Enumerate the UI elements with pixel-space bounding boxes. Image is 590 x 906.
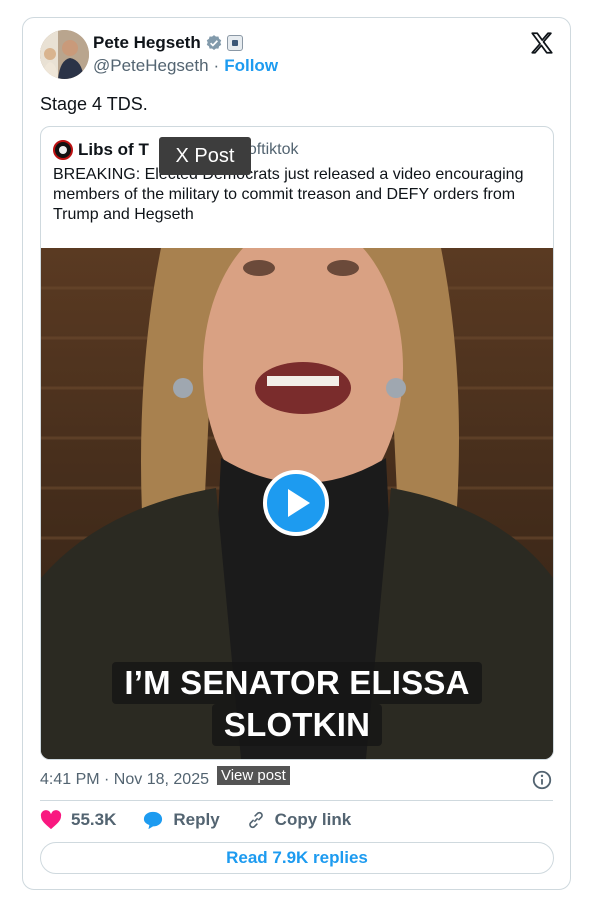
x-logo-icon[interactable] [529, 30, 555, 56]
reply-button[interactable]: Reply [142, 810, 220, 830]
video-caption-line-1: I’M SENATOR ELISSA [112, 662, 482, 704]
embedded-post-card: Pete Hegseth @PeteHegseth · Follow Stage… [22, 17, 571, 890]
copy-link-button[interactable]: Copy link [246, 810, 352, 830]
reply-bubble-icon [144, 811, 163, 830]
author-avatar[interactable] [40, 30, 89, 79]
video-caption: I’M SENATOR ELISSA SLOTKIN [41, 662, 553, 746]
heart-icon [40, 810, 62, 830]
follow-button[interactable]: Follow [224, 56, 278, 76]
quoted-post[interactable]: Libs of T libsoftiktok X Post BREAKING: … [40, 126, 554, 760]
x-post-tooltip: X Post [159, 137, 251, 175]
read-replies-button[interactable]: Read 7.9K replies [40, 842, 554, 874]
divider [40, 800, 553, 801]
author-display-name[interactable]: Pete Hegseth [93, 33, 201, 53]
post-meta: 4:41 PM · Nov 18, 2025 View post [40, 766, 290, 789]
post-timestamp[interactable]: 4:41 PM · Nov 18, 2025 [40, 771, 209, 789]
link-icon [248, 811, 263, 829]
author-handle[interactable]: @PeteHegseth [93, 56, 209, 76]
action-bar: 55.3K Reply Copy link [40, 810, 377, 830]
reply-label: Reply [173, 810, 220, 829]
video-caption-line-2: SLOTKIN [211, 704, 383, 746]
info-icon[interactable] [531, 769, 553, 791]
copy-link-label: Copy link [274, 810, 352, 829]
like-count: 55.3K [71, 810, 117, 829]
view-post-badge[interactable]: View post [216, 766, 290, 785]
play-button[interactable] [263, 470, 329, 536]
author-handle-row: @PeteHegseth · Follow [93, 56, 278, 76]
separator-dot: · [213, 56, 220, 75]
post-text: Stage 4 TDS. [40, 94, 148, 114]
author-name-row: Pete Hegseth [93, 33, 243, 53]
affiliation-icon [226, 35, 243, 51]
verified-badge-icon [206, 35, 221, 50]
quoted-author-name: Libs of T [78, 140, 149, 159]
video-player[interactable]: I’M SENATOR ELISSA SLOTKIN [41, 248, 553, 759]
quoted-author-avatar [53, 140, 73, 160]
quoted-post-text: BREAKING: Elected Democrats just release… [53, 166, 524, 223]
like-button[interactable]: 55.3K [40, 810, 116, 830]
